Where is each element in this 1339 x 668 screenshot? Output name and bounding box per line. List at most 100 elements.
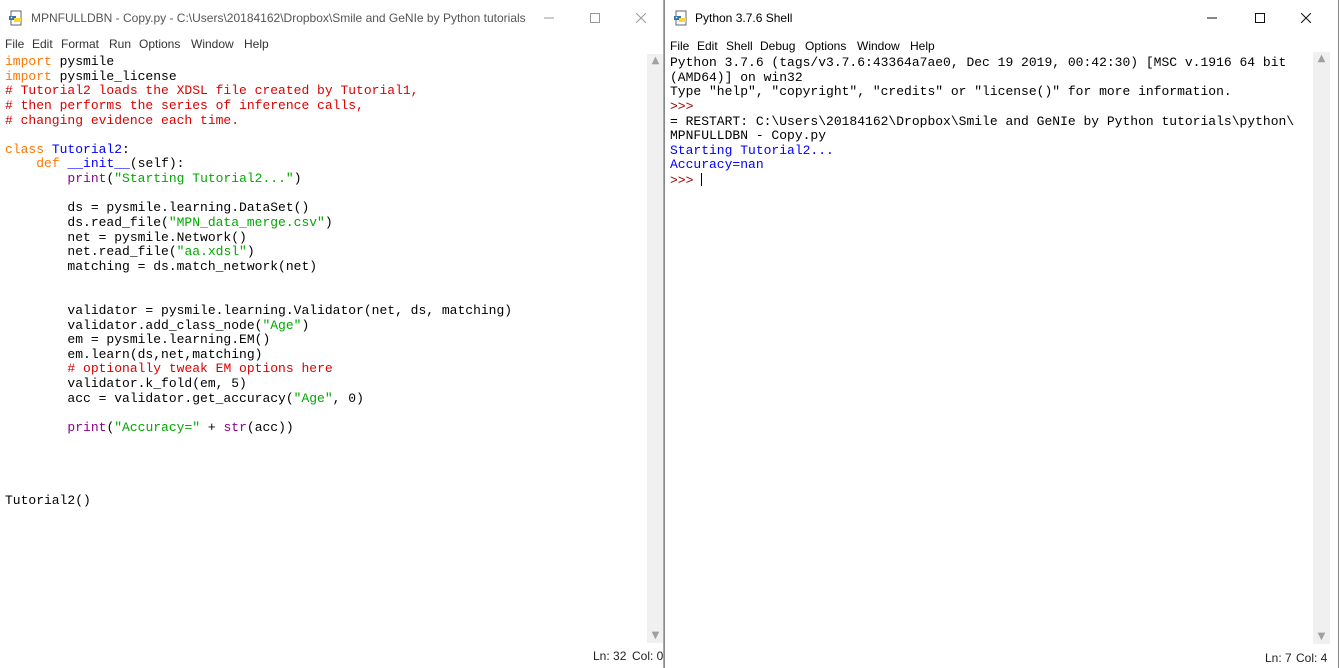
maximize-icon (1255, 13, 1265, 23)
maximize-button[interactable] (572, 0, 618, 36)
code-line: matching = ds.match_network(net) (5, 259, 512, 275)
editor-statusbar: Ln: 32 Col: 0 (0, 644, 663, 666)
line-number: Ln: 32 (593, 649, 627, 663)
code-line: em.learn(ds,net,matching) (5, 347, 512, 363)
code-line: Tutorial2() (5, 493, 512, 509)
python-shell-icon (674, 10, 687, 26)
code-line: # then performs the series of inference … (5, 98, 512, 114)
editor-vertical-scrollbar[interactable]: ▲ ▼ (647, 54, 663, 643)
code-token: pysmile_license (51, 68, 177, 84)
code-token: validator.add_class_node( (5, 317, 263, 333)
shell-window: Python 3.7.6 Shell File Edit Shell Debug… (664, 0, 1339, 668)
code-token: Type "help", "copyright", "credits" or "… (670, 84, 1232, 100)
shell-line: >>> (670, 173, 1294, 188)
code-token: ds.read_file( (5, 215, 169, 231)
shell-maximize-button[interactable] (1237, 0, 1283, 36)
menu-options[interactable]: Options (805, 39, 846, 53)
code-token: (self): (129, 156, 185, 172)
shell-close-button[interactable] (1283, 0, 1329, 36)
editor-code-area[interactable]: import pysmile import pysmile_license # Tu… (5, 54, 513, 509)
shell-output-area[interactable]: Python 3.7.6 (tags/v3.7.6:43364a7ae0, De… (670, 55, 1294, 188)
code-token: >>> (670, 98, 702, 114)
code-line: validator.add_class_node("Age") (5, 317, 512, 334)
code-token: ) (246, 244, 255, 260)
shell-line: Python 3.7.6 (tags/v3.7.6:43364a7ae0, De… (670, 55, 1294, 71)
code-token: print (67, 420, 107, 436)
shell-titlebar[interactable]: Python 3.7.6 Shell (665, 0, 1338, 36)
shell-line: = RESTART: C:\Users\20184162\Dropbox\Smi… (670, 114, 1294, 130)
shell-line: >>> (670, 98, 1294, 115)
code-token: validator = pysmile.learning.Validator(n… (5, 302, 513, 318)
code-token: # Tutorial2 loads the XDSL file created … (5, 83, 419, 99)
code-token: import (5, 68, 52, 84)
code-token: (AMD64)] on win32 (670, 69, 803, 85)
code-token: net.read_file( (5, 244, 177, 260)
minimize-button[interactable] (526, 0, 572, 36)
menu-debug[interactable]: Debug (760, 39, 795, 53)
menu-edit[interactable]: Edit (32, 37, 53, 51)
shell-line: MPNFULLDBN - Copy.py (670, 128, 1294, 144)
code-line: def __init__(self): (5, 157, 512, 172)
scroll-down-icon[interactable]: ▼ (1313, 630, 1330, 644)
code-token: class (5, 141, 45, 157)
close-button[interactable] (618, 0, 663, 36)
shell-vertical-scrollbar[interactable]: ▲ ▼ (1313, 52, 1330, 644)
line-number: Ln: 7 (1265, 651, 1292, 665)
code-token: ds = pysmile.learning.DataSet() (5, 200, 310, 216)
minimize-icon (544, 17, 554, 19)
code-line: validator = pysmile.learning.Validator(n… (5, 302, 513, 319)
menu-help[interactable]: Help (910, 39, 935, 53)
menu-format[interactable]: Format (61, 37, 99, 51)
code-token: ) (324, 215, 333, 231)
maximize-icon (590, 13, 600, 23)
menu-options[interactable]: Options (139, 37, 180, 51)
minimize-icon (1207, 17, 1217, 19)
code-token: em = pysmile.learning.EM() (5, 332, 271, 348)
menu-file[interactable]: File (670, 39, 689, 53)
code-token: Python 3.7.6 (tags/v3.7.6:43364a7ae0, De… (670, 55, 1287, 70)
shell-line: Type "help", "copyright", "credits" or "… (670, 84, 1294, 100)
code-line: ds.read_file("MPN_data_merge.csv") (5, 215, 512, 231)
menu-help[interactable]: Help (244, 37, 269, 51)
code-token: net = pysmile.Network() (5, 229, 247, 245)
code-token: def (36, 156, 60, 172)
menu-run[interactable]: Run (109, 37, 131, 51)
menu-file[interactable]: File (5, 37, 24, 51)
scroll-up-icon[interactable]: ▲ (647, 54, 663, 68)
shell-statusbar: Ln: 7 Col: 4 (665, 646, 1338, 668)
code-token: import (5, 54, 52, 69)
editor-titlebar[interactable]: MPNFULLDBN - Copy.py - C:\Users\20184162… (0, 0, 663, 36)
code-token: , 0) (332, 390, 364, 406)
shell-line: Accuracy=nan (670, 158, 1294, 173)
shell-line: Starting Tutorial2... (670, 143, 1294, 159)
code-token: # optionally tweak EM options here (67, 361, 333, 377)
menu-window[interactable]: Window (191, 37, 234, 51)
code-token: str (223, 420, 247, 436)
code-token: + (200, 420, 224, 436)
code-token: acc = validator.get_accuracy( (5, 390, 294, 406)
code-token: validator.k_fold(em, 5) (5, 376, 247, 392)
code-line: net = pysmile.Network() (5, 229, 512, 246)
code-token: Accuracy=nan (670, 157, 764, 173)
scroll-down-icon[interactable]: ▼ (647, 629, 663, 643)
menu-shell[interactable]: Shell (726, 39, 753, 53)
code-line: net.read_file("aa.xdsl") (5, 245, 512, 260)
code-line: import pysmile (5, 54, 512, 70)
code-token: ) (301, 317, 310, 333)
scroll-up-icon[interactable]: ▲ (1313, 52, 1330, 66)
menu-edit[interactable]: Edit (697, 39, 718, 53)
menu-window[interactable]: Window (857, 39, 900, 53)
code-line: class Tutorial2: (5, 141, 512, 158)
code-line: print("Accuracy=" + str(acc)) (5, 420, 512, 436)
shell-minimize-button[interactable] (1189, 0, 1235, 36)
code-line: # Tutorial2 loads the XDSL file created … (5, 83, 512, 99)
